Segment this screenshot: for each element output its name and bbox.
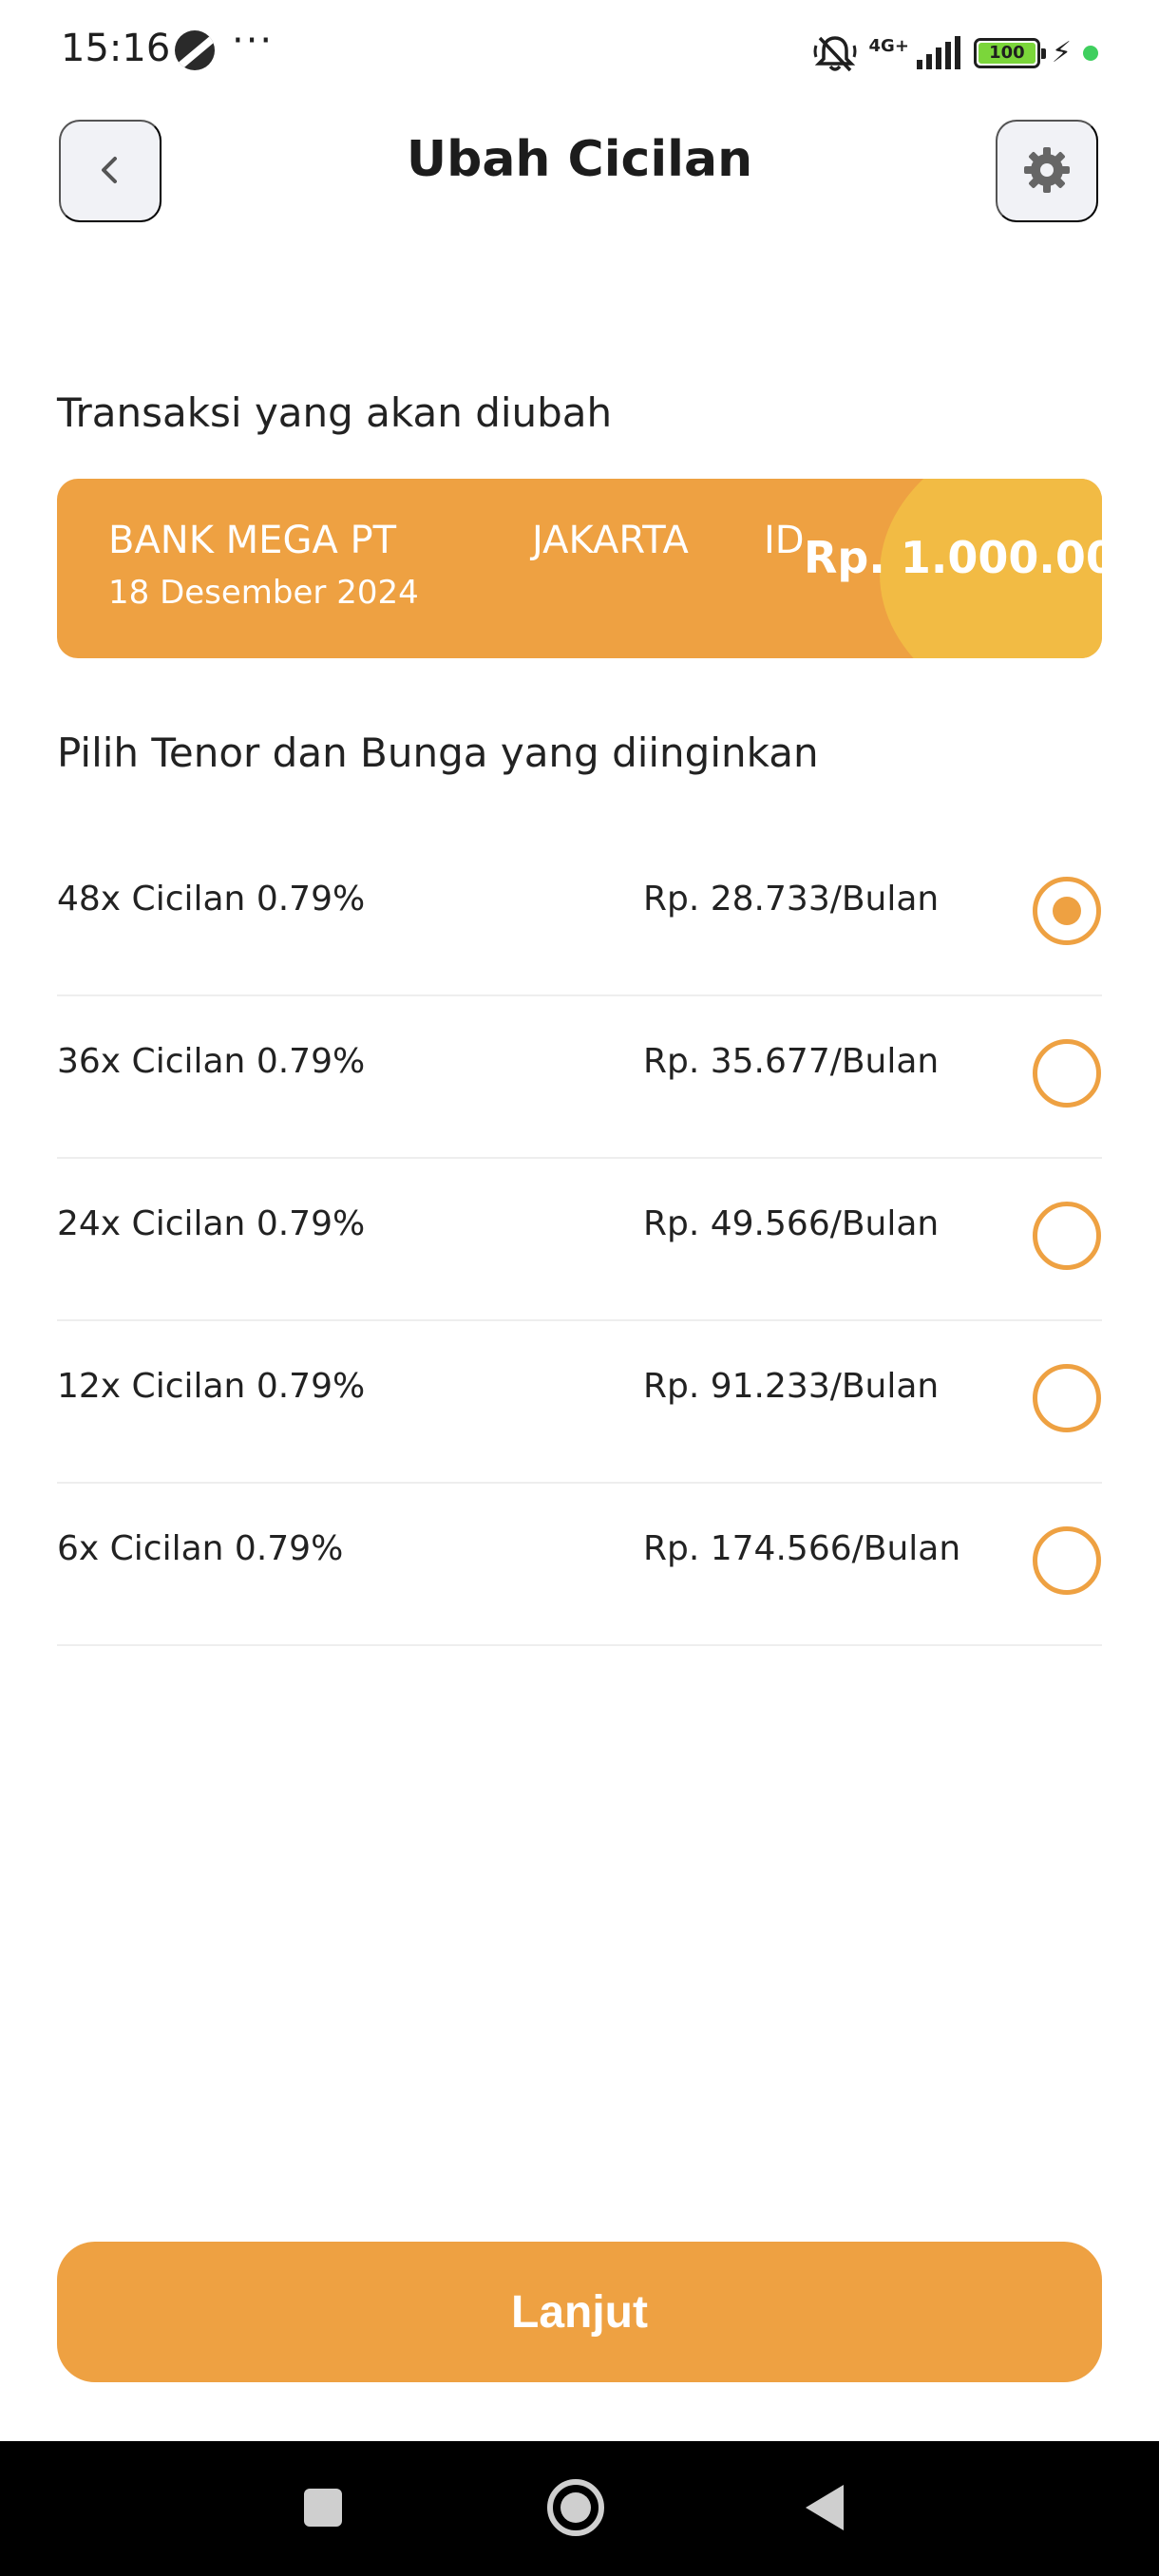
tenor-option-label: 12x Cicilan 0.79% — [57, 1367, 366, 1406]
back-triangle-icon[interactable] — [806, 2485, 844, 2530]
tenor-option-label: 48x Cicilan 0.79% — [57, 880, 366, 919]
more-notifications-icon: ··· — [232, 19, 275, 63]
tenor-option-price: Rp. 35.677/Bulan — [643, 1042, 940, 1081]
status-dot — [1083, 46, 1098, 61]
tenor-option-label: 36x Cicilan 0.79% — [57, 1042, 366, 1081]
options-section-label: Pilih Tenor dan Bunga yang diinginkan — [57, 729, 819, 776]
status-indicators: 4G+ 100 ⚡ — [812, 32, 1098, 74]
transaction-country: ID — [764, 519, 805, 562]
battery-icon: 100 — [973, 38, 1046, 68]
tenor-option[interactable]: 48x Cicilan 0.79% Rp. 28.733/Bulan — [57, 834, 1102, 996]
transaction-city: JAKARTA — [532, 519, 689, 562]
transaction-section-label: Transaksi yang akan diubah — [57, 389, 613, 436]
tenor-option[interactable]: 12x Cicilan 0.79% Rp. 91.233/Bulan — [57, 1321, 1102, 1484]
network-type: 4G+ — [868, 36, 909, 56]
tenor-option-price: Rp. 174.566/Bulan — [643, 1529, 961, 1568]
tenor-radio[interactable] — [1033, 1039, 1101, 1108]
tenor-option-label: 24x Cicilan 0.79% — [57, 1204, 366, 1243]
tenor-radio[interactable] — [1033, 877, 1101, 945]
tenor-option-price: Rp. 91.233/Bulan — [643, 1367, 940, 1406]
app-notification-icon — [175, 30, 215, 70]
transaction-amount: Rp. 1.000.000 — [804, 532, 1102, 583]
status-bar: 15:16 ··· 4G+ 100 ⚡ — [0, 0, 1159, 104]
tenor-option-list: 48x Cicilan 0.79% Rp. 28.733/Bulan 36x C… — [57, 834, 1102, 1646]
tenor-option[interactable]: 36x Cicilan 0.79% Rp. 35.677/Bulan — [57, 996, 1102, 1159]
tenor-option[interactable]: 6x Cicilan 0.79% Rp. 174.566/Bulan — [57, 1484, 1102, 1646]
settings-button[interactable] — [996, 120, 1098, 222]
tenor-option[interactable]: 24x Cicilan 0.79% Rp. 49.566/Bulan — [57, 1159, 1102, 1321]
lightning-icon: ⚡ — [1051, 36, 1072, 69]
recent-apps-icon[interactable] — [304, 2489, 342, 2527]
transaction-merchant: BANK MEGA PT — [108, 519, 397, 562]
tenor-option-label: 6x Cicilan 0.79% — [57, 1529, 344, 1568]
tenor-option-price: Rp. 49.566/Bulan — [643, 1204, 940, 1243]
page-title: Ubah Cicilan — [406, 131, 753, 188]
battery-level: 100 — [978, 43, 1036, 64]
tenor-option-price: Rp. 28.733/Bulan — [643, 880, 940, 919]
home-icon[interactable] — [547, 2479, 604, 2536]
continue-button[interactable]: Lanjut — [57, 2242, 1102, 2382]
system-nav-bar — [0, 2441, 1159, 2576]
tenor-radio[interactable] — [1033, 1202, 1101, 1270]
transaction-card: BANK MEGA PT JAKARTA ID 18 Desember 2024… — [57, 479, 1102, 658]
tenor-radio[interactable] — [1033, 1364, 1101, 1432]
bell-off-icon — [812, 32, 858, 74]
signal-icon — [915, 35, 962, 71]
tenor-radio[interactable] — [1033, 1526, 1101, 1595]
status-time: 15:16 — [61, 27, 171, 70]
gear-icon — [1020, 143, 1074, 199]
transaction-date: 18 Desember 2024 — [108, 574, 419, 612]
